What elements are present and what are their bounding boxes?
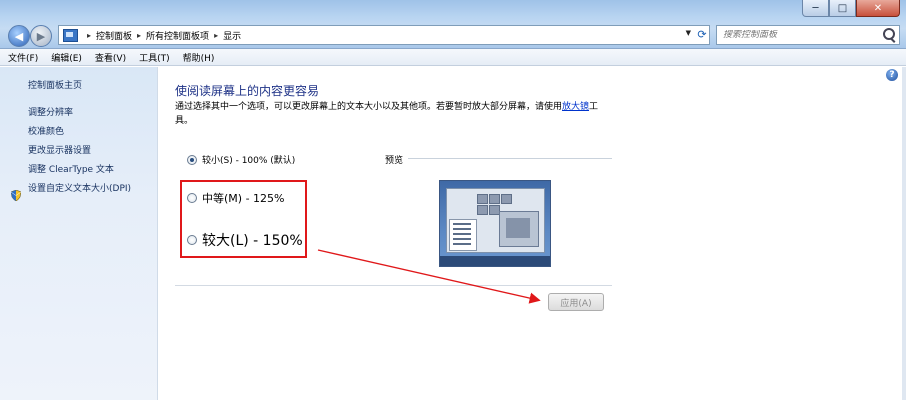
- sidebar-item-custom-dpi[interactable]: 设置自定义文本大小(DPI): [28, 181, 131, 194]
- preview-window: [446, 188, 545, 253]
- search-icon[interactable]: [883, 28, 895, 40]
- scroll-edge: [902, 67, 906, 400]
- breadcrumb-all-items[interactable]: 所有控制面板项: [146, 29, 209, 42]
- forward-button[interactable]: ▶: [30, 25, 52, 47]
- radio-smaller[interactable]: 较小(S) - 100% (默认): [187, 153, 295, 166]
- radio-indicator[interactable]: [187, 154, 197, 165]
- preview-label: 预览: [385, 156, 404, 166]
- preview-taskbar: [440, 256, 550, 266]
- sidebar-item-cleartype[interactable]: 调整 ClearType 文本: [28, 162, 114, 175]
- breadcrumb-control-panel[interactable]: 控制面板: [96, 29, 132, 42]
- maximize-button[interactable]: □: [829, 0, 856, 17]
- apply-button[interactable]: 应用(A): [548, 293, 604, 311]
- radio-label-smaller: 较小(S) - 100% (默认): [202, 156, 296, 166]
- menu-help[interactable]: 帮助(H): [183, 51, 215, 64]
- page-title: 使阅读屏幕上的内容更容易: [175, 84, 320, 98]
- breadcrumb-display[interactable]: 显示: [223, 29, 241, 42]
- minimize-button[interactable]: ─: [802, 0, 829, 17]
- preview-tile: [477, 205, 488, 215]
- preview-tile: [477, 194, 488, 204]
- close-button[interactable]: ✕: [856, 0, 900, 17]
- page-description: 通过选择其中一个选项，可以更改屏幕上的文本大小以及其他项。若要暂时放大部分屏幕，…: [175, 100, 615, 128]
- arrow-left-icon: ◀: [14, 29, 24, 43]
- chevron-right-icon[interactable]: ▸: [87, 31, 91, 40]
- preview-tile: [501, 194, 512, 204]
- preview-sidebar: [449, 219, 477, 251]
- menu-view[interactable]: 查看(V): [95, 51, 126, 64]
- magnifier-link[interactable]: 放大镜: [562, 102, 589, 112]
- menu-file[interactable]: 文件(F): [8, 51, 38, 64]
- sidebar-item-calibrate-color[interactable]: 校准颜色: [28, 124, 64, 137]
- chevron-right-icon[interactable]: ▸: [214, 31, 218, 40]
- content-divider: [175, 285, 612, 286]
- description-text: 通过选择其中一个选项，可以更改屏幕上的文本大小以及其他项。若要暂时放大部分屏幕，…: [175, 102, 563, 112]
- help-icon[interactable]: ?: [886, 69, 898, 81]
- menu-tools[interactable]: 工具(T): [139, 51, 170, 64]
- control-panel-icon: [63, 28, 78, 42]
- refresh-button[interactable]: ⟳: [692, 25, 712, 43]
- arrow-right-icon: ▶: [36, 29, 46, 43]
- address-dropdown-icon[interactable]: ▼: [686, 29, 691, 37]
- shield-icon: [11, 190, 21, 201]
- preview-image: [439, 180, 551, 267]
- sidebar-item-change-display-settings[interactable]: 更改显示器设置: [28, 143, 91, 156]
- chevron-right-icon[interactable]: ▸: [137, 31, 141, 40]
- refresh-icon: ⟳: [697, 27, 707, 41]
- sidebar-item-adjust-resolution[interactable]: 调整分辨率: [28, 105, 73, 118]
- preview-large-window: [499, 211, 539, 247]
- sidebar: 控制面板主页 调整分辨率 校准颜色 更改显示器设置 调整 ClearType 文…: [0, 67, 158, 400]
- preview-divider: [408, 158, 612, 159]
- highlight-annotation-box: [180, 180, 307, 258]
- menu-edit[interactable]: 编辑(E): [51, 51, 82, 64]
- title-bar: ─ □ ✕ ◀ ▶ ▸ 控制面板 ▸ 所有控制面板项 ▸ 显示 ▼ ⟳: [0, 0, 906, 49]
- sidebar-item-control-panel-home[interactable]: 控制面板主页: [28, 78, 82, 91]
- back-button[interactable]: ◀: [8, 25, 30, 47]
- search-input[interactable]: [723, 30, 873, 40]
- address-bar[interactable]: ▸ 控制面板 ▸ 所有控制面板项 ▸ 显示 ▼: [58, 25, 710, 45]
- search-box[interactable]: [716, 25, 900, 45]
- caption-buttons: ─ □ ✕: [802, 0, 900, 18]
- preview-tile: [489, 194, 500, 204]
- menu-bar: 文件(F) 编辑(E) 查看(V) 工具(T) 帮助(H): [0, 49, 906, 66]
